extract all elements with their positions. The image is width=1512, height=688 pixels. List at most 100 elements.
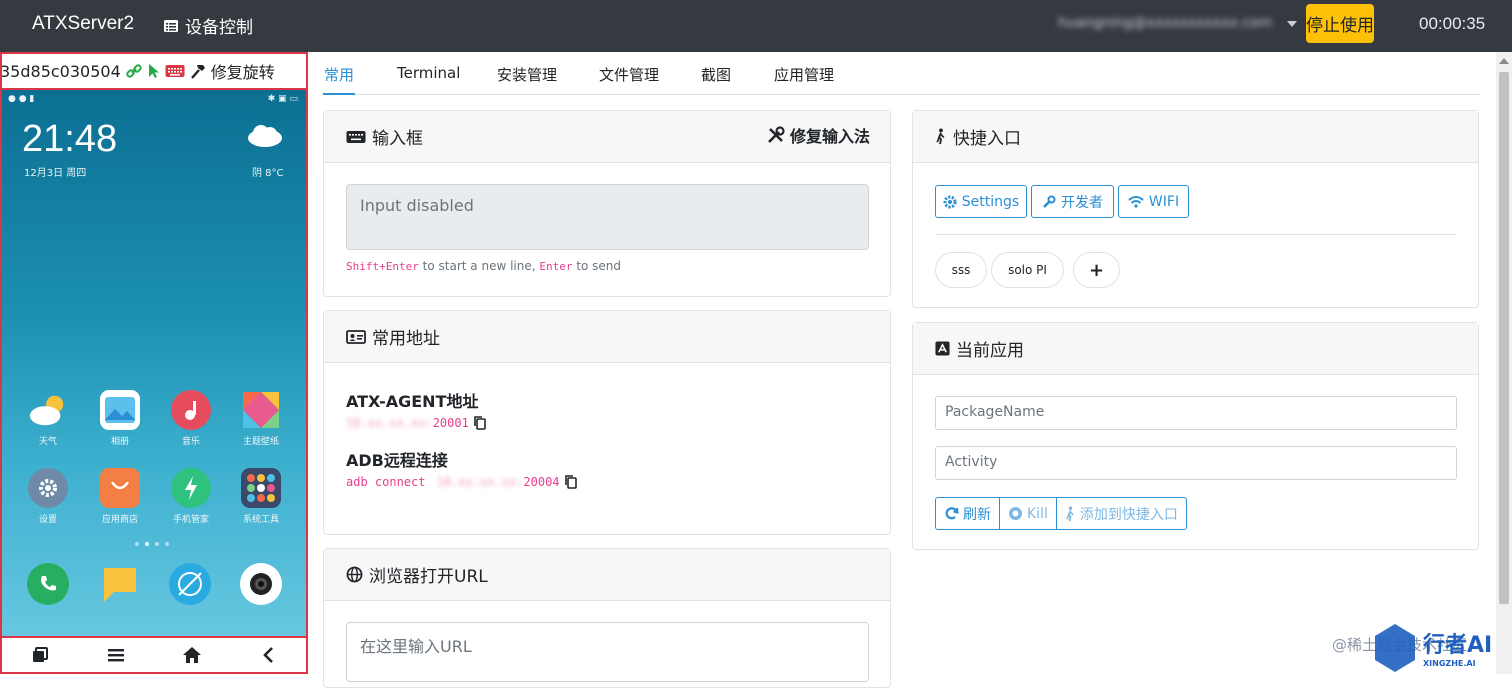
- top-navbar: ATXServer2 设备控制 huangning@xxxxxxxxxxx.co…: [0, 0, 1512, 52]
- user-email-dropdown[interactable]: huangning@xxxxxxxxxxx.com: [1058, 15, 1280, 31]
- fix-ime-button[interactable]: 修复输入法: [767, 123, 870, 147]
- app-store-icon: [935, 341, 950, 356]
- hint-text-2: to send: [572, 259, 622, 273]
- phone-icon[interactable]: [27, 563, 69, 605]
- app-weather[interactable]: 天气: [18, 390, 78, 447]
- gallery-app-icon: [100, 390, 140, 430]
- shortcut-pill-sss[interactable]: sss: [935, 252, 987, 288]
- tab-screenshot[interactable]: 截图: [701, 64, 731, 85]
- security-app-icon: [171, 468, 211, 508]
- copy-icon[interactable]: [564, 474, 578, 490]
- settings-shortcut-button[interactable]: Settings: [935, 185, 1027, 218]
- input-card-title: 输入框: [372, 129, 423, 149]
- wifi-shortcut-button[interactable]: WIFI: [1118, 185, 1189, 218]
- music-app-icon: [171, 390, 211, 430]
- adb-remote-title: ADB远程连接: [346, 451, 448, 470]
- device-serial: 35d85c030504: [2, 61, 121, 81]
- scroll-up-icon[interactable]: [1499, 58, 1509, 64]
- home-date: 12月3日 周四: [24, 168, 87, 179]
- tools-app-icon: [241, 468, 281, 508]
- add-shortcut-button[interactable]: +: [1073, 252, 1120, 288]
- fix-rotate-button[interactable]: 修复旋转: [211, 59, 275, 83]
- messages-icon[interactable]: [99, 563, 141, 605]
- weather-app-icon: [28, 390, 68, 430]
- status-left-icons: ● ● ▮: [8, 94, 35, 104]
- page-indicator: [135, 542, 169, 546]
- hint-text-1: to start a new line,: [418, 259, 540, 273]
- developer-shortcut-button[interactable]: 开发者: [1031, 185, 1114, 218]
- adb-host: 10.xx.xx.xx:: [436, 475, 524, 489]
- hammer-icon[interactable]: [189, 63, 207, 79]
- home-clock: 21:48: [22, 118, 118, 160]
- copy-icon[interactable]: [473, 415, 487, 431]
- shortcut-pill-solo-pi[interactable]: solo PI: [991, 252, 1064, 288]
- app-settings[interactable]: 设置: [18, 468, 78, 525]
- tab-files[interactable]: 文件管理: [599, 64, 659, 85]
- recent-apps-icon[interactable]: [29, 644, 51, 666]
- status-right-icons: ✱ ▣ ▭: [267, 94, 298, 104]
- wifi-icon: [1128, 196, 1144, 208]
- cursor-icon[interactable]: [147, 63, 161, 79]
- kill-button[interactable]: Kill: [1000, 498, 1057, 529]
- activity-input[interactable]: Activity: [935, 446, 1457, 480]
- current-app-actions: 刷新 Kill 添加到快捷入口: [935, 497, 1187, 530]
- current-app-card: 当前应用 PackageName Activity 刷新 Kill 添加到快捷入…: [912, 322, 1479, 550]
- device-nav-keys: [2, 636, 306, 672]
- app-weather-label: 天气: [38, 437, 57, 447]
- themes-app-icon: [241, 390, 281, 430]
- app-music[interactable]: 音乐: [161, 390, 221, 447]
- app-security[interactable]: 手机管家: [161, 468, 221, 525]
- app-gallery[interactable]: 相册: [90, 390, 150, 447]
- keyboard-icon[interactable]: [165, 64, 185, 78]
- input-card-header: 输入框 修复输入法: [324, 111, 890, 163]
- menu-icon[interactable]: [105, 644, 127, 666]
- url-card-title: 浏览器打开URL: [369, 567, 488, 587]
- atx-host: 10.xx.xx.xx:: [346, 416, 433, 430]
- adb-connect-command[interactable]: adb connect 10.xx.xx.xx: 20004: [346, 474, 578, 490]
- nav-device-label: 设备控制: [185, 18, 253, 38]
- refresh-label: 刷新: [963, 506, 991, 523]
- globe-icon: [346, 566, 363, 583]
- app-tools[interactable]: 系统工具: [231, 468, 291, 525]
- browser-icon[interactable]: [169, 563, 211, 605]
- scrollbar-thumb[interactable]: [1499, 72, 1509, 604]
- camera-icon[interactable]: [240, 563, 282, 605]
- text-input-disabled[interactable]: Input disabled: [346, 184, 869, 250]
- package-name-input[interactable]: PackageName: [935, 396, 1457, 430]
- list-alt-icon: [164, 19, 178, 32]
- tab-common[interactable]: 常用: [324, 64, 354, 85]
- chevron-down-icon[interactable]: [1287, 21, 1297, 27]
- settings-label: Settings: [961, 193, 1020, 210]
- url-input[interactable]: 在这里输入URL: [346, 622, 869, 682]
- home-icon[interactable]: [181, 644, 203, 666]
- refresh-button[interactable]: 刷新: [936, 498, 1000, 529]
- tab-app-manage[interactable]: 应用管理: [774, 64, 834, 85]
- xingzhe-logo: 行者AI XINGZHE.AI: [1375, 624, 1492, 672]
- input-card: 输入框 修复输入法 Input disabled Shift+Enter to …: [323, 110, 891, 297]
- back-icon[interactable]: [257, 644, 279, 666]
- add-to-shortcut-button[interactable]: 添加到快捷入口: [1057, 498, 1186, 529]
- cloud-icon: [248, 125, 282, 147]
- app-music-label: 音乐: [181, 437, 200, 447]
- address-card-title: 常用地址: [372, 329, 440, 349]
- brand-logo[interactable]: ATXServer2: [32, 13, 134, 35]
- svg-text:XINGZHE.AI: XINGZHE.AI: [1423, 659, 1476, 668]
- adb-cmd: adb connect: [346, 475, 433, 489]
- atx-agent-address[interactable]: 10.xx.xx.xx: 20001: [346, 415, 487, 431]
- walking-icon: [936, 128, 945, 145]
- shortcut-card-header: 快捷入口: [913, 111, 1478, 163]
- device-screen[interactable]: ● ● ▮ ✱ ▣ ▭ 21:48 12月3日 周四 阴 8°C 天气 相册 音…: [2, 90, 306, 636]
- walking-icon: [1066, 505, 1074, 521]
- developer-label: 开发者: [1061, 194, 1103, 211]
- atx-port: 20001: [432, 416, 469, 430]
- app-themes[interactable]: 主题壁纸: [231, 390, 291, 447]
- tab-terminal[interactable]: Terminal: [397, 64, 460, 82]
- stop-using-button[interactable]: 停止使用: [1306, 4, 1374, 43]
- link-icon[interactable]: [125, 63, 143, 79]
- nav-device-control[interactable]: 设备控制: [163, 13, 253, 38]
- session-timer: 00:00:35: [1419, 14, 1486, 33]
- app-store[interactable]: 应用商店: [90, 468, 150, 525]
- app-themes-label: 主题壁纸: [242, 437, 279, 447]
- wrench-icon: [1043, 195, 1056, 208]
- tab-install[interactable]: 安装管理: [497, 64, 557, 85]
